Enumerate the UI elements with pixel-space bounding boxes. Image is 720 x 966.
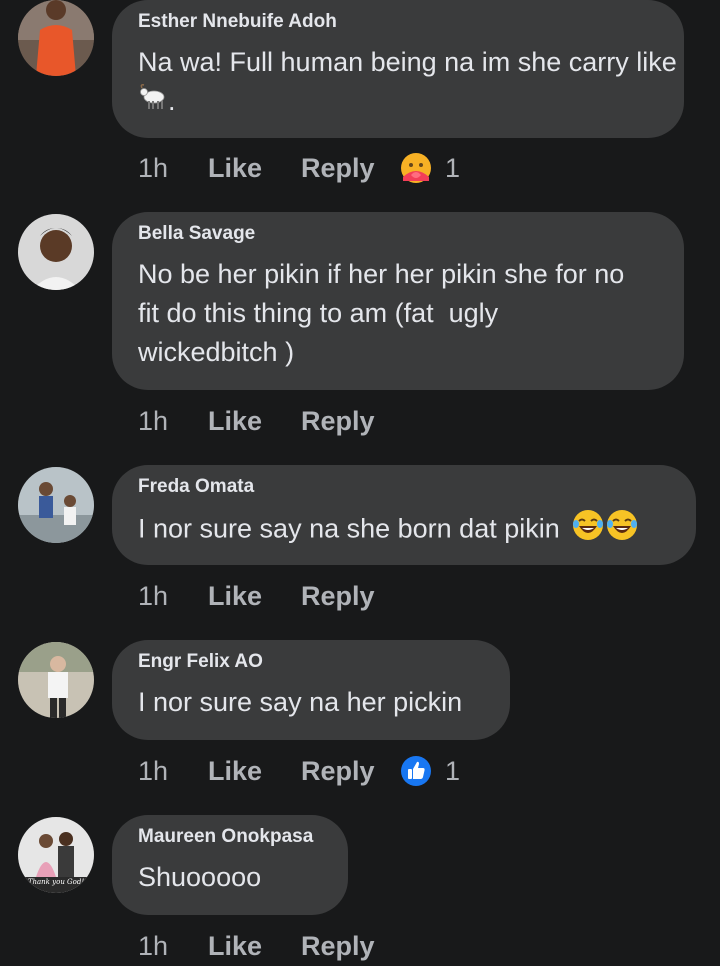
comment-bubble: Bella Savage No be her pikin if her her … (112, 212, 684, 390)
comment-actions: 1h Like Reply (138, 926, 399, 966)
reply-button[interactable]: Reply (301, 581, 399, 612)
like-button[interactable]: Like (208, 931, 301, 962)
comment-bubble: Maureen Onokpasa Shuooooo (112, 815, 348, 915)
avatar-image (18, 0, 94, 76)
comment-bubble: Engr Felix AO I nor sure say na her pick… (112, 640, 510, 740)
comment-actions: 1h Like Reply (138, 401, 399, 441)
comment-text-body: I nor sure say na her pickin (138, 687, 463, 717)
comment-text-body: I nor sure say na she born dat pikin (138, 513, 560, 544)
comment-text: I nor sure say na she born dat pikin (138, 508, 639, 553)
comment-author[interactable]: Freda Omata (138, 476, 254, 498)
goat-icon (138, 82, 168, 123)
comment-text: Na wa! Full human being na im she carry … (138, 43, 684, 123)
comment-bubble: Esther Nnebuife Adoh Na wa! Full human b… (112, 0, 684, 138)
comment-author[interactable]: Maureen Onokpasa (138, 826, 313, 848)
comment-timestamp[interactable]: 1h (138, 153, 208, 184)
like-button[interactable]: Like (208, 581, 301, 612)
avatar[interactable] (18, 0, 94, 76)
comment-text-body: Na wa! Full human being na im she carry … (138, 47, 677, 77)
comment-text-line: fit do this thing to am (fat ugly (138, 298, 499, 328)
comment-text-suffix: . (168, 86, 176, 116)
comment-actions: 1h Like Reply 1 (138, 148, 460, 188)
comment-text: I nor sure say na her pickin (138, 683, 462, 722)
comment-text-line: No be her pikin if her her pikin she for… (138, 259, 625, 289)
avatar[interactable] (18, 214, 94, 290)
avatar[interactable] (18, 467, 94, 543)
care-emoji-icon[interactable] (399, 151, 433, 185)
like-thumb-icon[interactable] (399, 754, 433, 788)
comment-author[interactable]: Esther Nnebuife Adoh (138, 11, 337, 33)
comment-text-line: wickedbitch ) (138, 337, 295, 367)
avatar-caption: Thank you God! (27, 878, 85, 886)
avatar-image (18, 642, 94, 718)
reaction-count[interactable]: 1 (445, 756, 460, 787)
reply-button[interactable]: Reply (301, 153, 399, 184)
avatar-image (18, 467, 94, 543)
comment-text: Shuooooo (138, 858, 261, 897)
laughing-tears-emoji-icon (605, 508, 639, 553)
avatar[interactable]: Thank you God! (18, 817, 94, 893)
comment-timestamp[interactable]: 1h (138, 581, 208, 612)
comment-actions: 1h Like Reply (138, 576, 399, 616)
comment-author[interactable]: Bella Savage (138, 223, 255, 245)
comment-timestamp[interactable]: 1h (138, 406, 208, 437)
like-button[interactable]: Like (208, 756, 301, 787)
comment-text-body: Shuooooo (138, 862, 262, 892)
comment-timestamp[interactable]: 1h (138, 756, 208, 787)
like-button[interactable]: Like (208, 153, 301, 184)
reaction-count[interactable]: 1 (445, 153, 460, 184)
comment-bubble: Freda Omata I nor sure say na she born d… (112, 465, 696, 565)
comment-actions: 1h Like Reply 1 (138, 751, 460, 791)
like-button[interactable]: Like (208, 406, 301, 437)
reply-button[interactable]: Reply (301, 931, 399, 962)
reply-button[interactable]: Reply (301, 406, 399, 437)
avatar[interactable] (18, 642, 94, 718)
reply-button[interactable]: Reply (301, 756, 399, 787)
avatar-image (18, 214, 94, 290)
comment-text: No be her pikin if her her pikin she for… (138, 255, 624, 372)
laughing-tears-emoji-icon (571, 508, 605, 553)
comment-author[interactable]: Engr Felix AO (138, 651, 263, 673)
comment-timestamp[interactable]: 1h (138, 931, 208, 962)
